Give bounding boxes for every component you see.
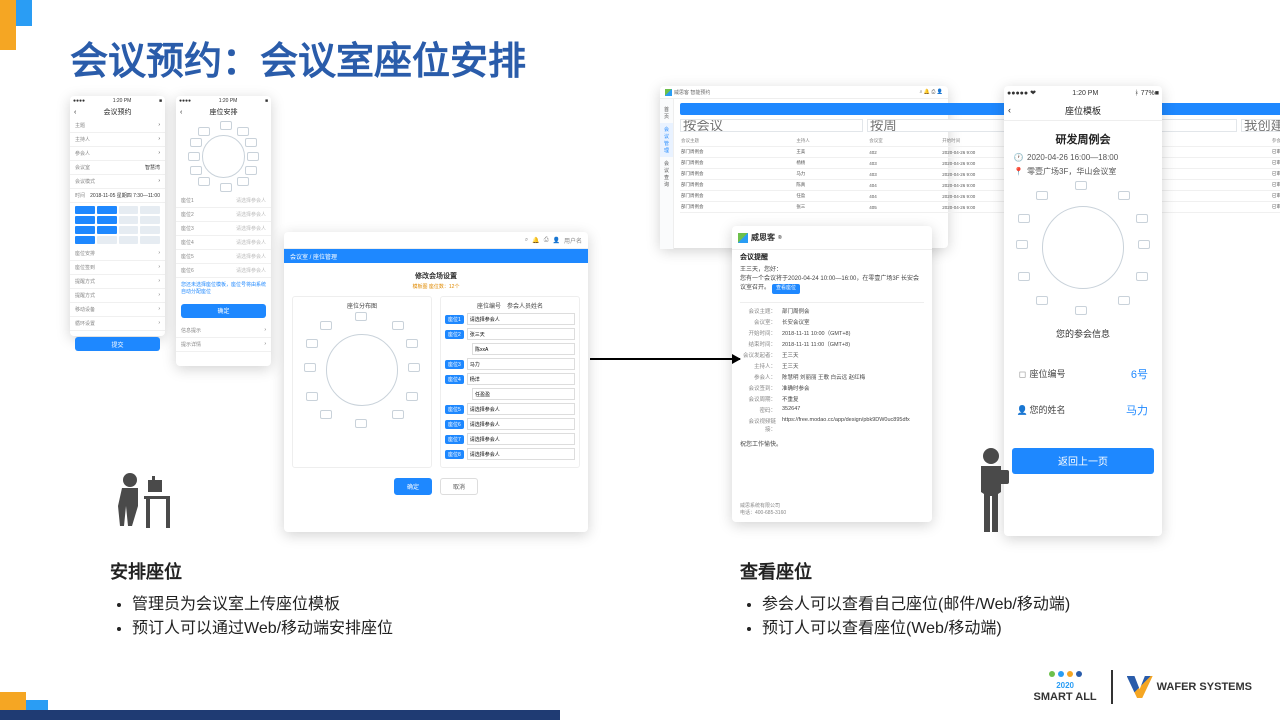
back-icon[interactable]: ‹ <box>1008 105 1011 115</box>
form-row[interactable]: 主持人› <box>70 133 165 147</box>
table-row[interactable]: 部门周例会杨杨4032020-04-26 9:002020-04-26 9:30… <box>680 158 1280 169</box>
seat-row[interactable]: 座位3请选择参会人 <box>176 222 271 236</box>
back-page-button[interactable]: 返回上一页 <box>1012 448 1154 474</box>
seat-assign-row[interactable]: 座位3 <box>445 358 575 370</box>
form-row[interactable]: 会议室智慧湾 <box>70 161 165 175</box>
seat-assign-row[interactable]: 座位1 <box>445 313 575 325</box>
attendee-person-icon <box>965 446 1017 534</box>
seat-assign-row[interactable]: 座位4 <box>445 373 575 385</box>
section-row[interactable]: 座位签到› <box>70 261 165 275</box>
toolbar[interactable] <box>680 103 1280 115</box>
table-row[interactable]: 部门周例会任盈4042020-04-26 9:002020-04-26 9:30… <box>680 191 1280 202</box>
meeting-table[interactable]: 会议主题主持人会议室开始时间结束时间参会状态会议状态最后操作部门周例会王美402… <box>680 136 1280 213</box>
seat-assign-row[interactable]: 座位8 <box>445 448 575 460</box>
back-icon[interactable]: ‹ <box>74 109 76 116</box>
mobile-booking-mock: ●●●●1:20 PM■ ‹会议预约 主题›主持人›参会人›会议室智慧湾会议模式… <box>70 96 165 336</box>
detail-row: 会议视频链接：https://free.modao.cc/app/design/… <box>740 417 924 433</box>
form-row[interactable]: 参会人› <box>70 147 165 161</box>
detail-row: 结束时间：2018-11-11 11:00（GMT+8) <box>740 340 924 348</box>
detail-row: 会议周期：不重复 <box>740 395 924 403</box>
form-row[interactable]: 主题› <box>70 119 165 133</box>
left-caption: 安排座位 管理员为会议室上传座位模板预订人可以通过Web/移动端安排座位 <box>110 558 630 638</box>
wafer-logo: WAFER SYSTEMS <box>1127 676 1252 698</box>
seat-assign-row[interactable] <box>445 388 575 400</box>
table-row[interactable]: 部门周例会张三4052020-04-26 9:002020-04-26 9:30… <box>680 202 1280 213</box>
clock-icon: 🕐 <box>1014 153 1023 162</box>
table-row[interactable]: 部门周例会陈真4042020-04-26 9:002020-04-26 9:30… <box>680 180 1280 191</box>
admin-person-icon <box>112 458 172 538</box>
web-list-mock: 威思客 智能预约⌕ 🔔 ⎙ 👤 首页 会议管理 会议查询 会议主题主持人会议室开… <box>660 86 948 248</box>
filter-input[interactable] <box>1241 119 1280 132</box>
seat-map <box>1018 183 1148 313</box>
seat-row[interactable]: 座位2请选择参会人 <box>176 208 271 222</box>
table-row[interactable]: 部门周例会王美4022020-04-26 9:002020-04-26 9:30… <box>680 147 1280 158</box>
flow-arrow <box>590 358 740 360</box>
detail-row: 开始时间：2018-11-11 10:00（GMT+8) <box>740 329 924 337</box>
seat-assign-row[interactable]: 座位7 <box>445 433 575 445</box>
seat-map[interactable] <box>190 123 257 190</box>
location-icon: 📍 <box>1014 167 1023 176</box>
time-slot-grid[interactable] <box>70 203 165 247</box>
seat-assign-row[interactable]: 座位5 <box>445 403 575 415</box>
detail-row: 密码：352647 <box>740 406 924 414</box>
submit-button[interactable]: 提交 <box>75 337 160 351</box>
seat-row[interactable]: 座位6请选择参会人 <box>176 264 271 278</box>
section-row[interactable]: 提醒方式› <box>70 289 165 303</box>
smart-all-logo: 2020 SMART ALL <box>1034 671 1097 703</box>
view-seat-chip[interactable]: 查看座位 <box>772 284 800 294</box>
back-icon[interactable]: ‹ <box>180 109 182 116</box>
form-row[interactable]: 会议模式› <box>70 175 165 189</box>
bluetooth-icon: ᚼ <box>1135 90 1139 97</box>
cancel-button[interactable]: 取消 <box>440 478 478 495</box>
search-icon[interactable]: ⌕ <box>525 237 528 244</box>
footer-decoration <box>0 710 560 720</box>
right-caption: 查看座位 参会人可以查看自己座位(邮件/Web/移动端)预订人可以查看座位(We… <box>740 558 1260 638</box>
detail-row: 会议签到：准确时参会 <box>740 384 924 392</box>
user-icon[interactable]: 👤 <box>553 237 560 244</box>
seat-assign-row[interactable]: 座位6 <box>445 418 575 430</box>
slide-title: 会议预约：会议室座位安排 <box>70 30 526 85</box>
detail-row: 参会人：陈慧明 刘丽丽 王歌 白云远 赵红梅 <box>740 373 924 381</box>
seat-row[interactable]: 座位1请选择参会人 <box>176 194 271 208</box>
seat-assign-row[interactable]: 座位2 <box>445 328 575 340</box>
detail-row: 会议发起者：王三天 <box>740 351 924 359</box>
section-row[interactable]: 移动设备› <box>70 303 165 317</box>
email-mock: 威思客® 会议提醒 王三天，您好：您有一个会议将于2020-04-24 10:0… <box>732 226 932 522</box>
detail-row: 会议室：长安会议室 <box>740 318 924 326</box>
mobile-nav: ‹会议预约 <box>70 105 165 119</box>
footer-logos: 2020 SMART ALL WAFER SYSTEMS <box>1034 670 1252 704</box>
table-row[interactable]: 部门周例会马力4032020-04-26 9:002020-04-26 9:30… <box>680 169 1280 180</box>
bell-icon[interactable]: 🔔 <box>532 237 539 244</box>
filter-input[interactable] <box>680 119 863 132</box>
print-icon[interactable]: ⎙ <box>544 237 549 244</box>
section-row[interactable]: 循环设置› <box>70 317 165 331</box>
ok-button[interactable]: 确定 <box>394 478 432 495</box>
detail-row: 主持人：王三天 <box>740 362 924 370</box>
breadcrumb: 会议室 / 座位管理 <box>284 249 588 263</box>
seat-icon: ◻ <box>1018 370 1027 379</box>
mobile-view-mock: ●●●●● ❤1:20 PMᚼ 77%■ ‹座位模板 研发周例会 🕐2020-0… <box>1004 86 1162 536</box>
detail-row: 会议主题：部门周例会 <box>740 307 924 315</box>
section-row[interactable]: 提醒方式› <box>70 275 165 289</box>
person-icon: 👤 <box>1018 406 1027 415</box>
section-row[interactable]: 座位安排› <box>70 247 165 261</box>
confirm-button[interactable]: 确定 <box>181 304 266 318</box>
mobile-seat-mock: ●●●●1:20 PM■ ‹座位安排 座位1请选择参会人座位2请选择参会人座位3… <box>176 96 271 366</box>
seat-assign-row[interactable] <box>445 343 575 355</box>
seat-row[interactable]: 座位4请选择参会人 <box>176 236 271 250</box>
status-bar: ●●●●1:20 PM■ <box>70 96 165 105</box>
web-admin-mock: ⌕🔔⎙👤用户名 会议室 / 座位管理 修改会场设置 模板图 座位数：12个 座位… <box>284 232 588 532</box>
seat-row[interactable]: 座位5请选择参会人 <box>176 250 271 264</box>
sidebar[interactable]: 首页 会议管理 会议查询 <box>660 99 674 249</box>
